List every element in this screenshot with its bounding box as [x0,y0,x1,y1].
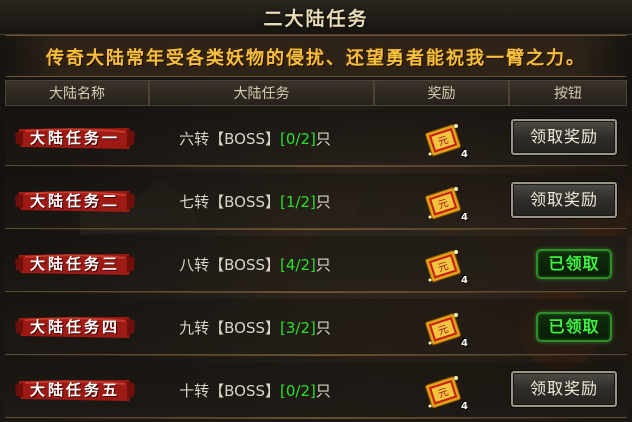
claimed-status-button[interactable]: 已领取 [536,312,612,342]
task-progress: [3/2] [280,319,316,337]
task-description: 六转【BOSS】[0/2]只 [135,128,375,149]
reward-scroll-icon: 元 [425,376,462,409]
claim-reward-button[interactable]: 领取奖励 [511,119,617,155]
reward-scroll-icon: 元 [425,187,462,220]
reward-count: 4 [461,149,468,160]
task-row: 大陆任务五 十转【BOSS】[0/2]只 元 4 领取奖励 [5,362,627,419]
task-unit: 只 [315,193,331,211]
task-progress: [1/2] [280,193,316,211]
task-name-ribbon: 大陆任务二 [15,186,135,216]
claimed-status-button[interactable]: 已领取 [536,249,612,279]
task-row: 大陆任务二 七转【BOSS】[1/2]只 元 4 领取奖励 [5,173,627,230]
reward-scroll-icon: 元 [425,124,462,157]
task-name: 大陆任务二 [29,192,120,210]
task-progress: [0/2] [280,382,316,400]
task-target: 六转【BOSS】 [179,130,280,148]
reward-count: 4 [461,338,468,349]
window-title: 二大陆任务 [263,8,369,30]
reward-scroll-icon: 元 [425,313,462,346]
task-unit: 只 [315,382,331,400]
reward-count: 4 [461,275,468,286]
column-header-name: 大陆名称 [5,80,149,106]
task-target: 十转【BOSS】 [179,382,280,400]
scroll-reward-icon[interactable]: 元 4 [422,307,468,351]
story-banner: 传奇大陆常年受各类妖物的侵扰、还望勇者能祝我一臂之力。 [6,35,626,77]
scroll-reward-icon[interactable]: 元 4 [422,244,468,288]
task-unit: 只 [315,130,331,148]
column-header-button: 按钮 [509,80,627,106]
task-target: 七转【BOSS】 [179,193,280,211]
task-name: 大陆任务一 [29,129,120,147]
reward-count: 4 [461,212,468,223]
column-header-task: 大陆任务 [149,80,374,106]
task-target: 八转【BOSS】 [179,256,280,274]
claim-reward-button[interactable]: 领取奖励 [511,371,617,407]
task-target: 九转【BOSS】 [179,319,280,337]
task-description: 八转【BOSS】[4/2]只 [135,254,375,275]
task-row: 大陆任务四 九转【BOSS】[3/2]只 元 4 已领取 [5,299,627,356]
task-name-ribbon: 大陆任务三 [15,249,135,279]
task-row: 大陆任务三 八转【BOSS】[4/2]只 元 4 已领取 [5,236,627,293]
scroll-reward-icon[interactable]: 元 4 [422,370,468,414]
banner-text: 传奇大陆常年受各类妖物的侵扰、还望勇者能祝我一臂之力。 [46,48,586,69]
table-header: 大陆名称 大陆任务 奖励 按钮 [5,80,627,106]
scroll-reward-icon[interactable]: 元 4 [422,181,468,225]
reward-scroll-icon: 元 [425,250,462,283]
task-name-ribbon: 大陆任务四 [15,312,135,342]
task-name-ribbon: 大陆任务一 [15,123,135,153]
claim-reward-button[interactable]: 领取奖励 [511,182,617,218]
task-name-ribbon: 大陆任务五 [15,375,135,405]
reward-count: 4 [461,401,468,412]
task-unit: 只 [315,256,331,274]
task-name: 大陆任务三 [29,255,120,273]
task-description: 九转【BOSS】[3/2]只 [135,317,375,338]
title-bar: 二大陆任务 [0,0,632,35]
column-header-reward: 奖励 [374,80,509,106]
task-name: 大陆任务四 [29,318,120,336]
task-description: 十转【BOSS】[0/2]只 [135,380,375,401]
task-description: 七转【BOSS】[1/2]只 [135,191,375,212]
task-row: 大陆任务一 六转【BOSS】[0/2]只 元 4 领取奖励 [5,110,627,167]
scroll-reward-icon[interactable]: 元 4 [422,118,468,162]
task-progress: [0/2] [280,130,316,148]
task-name: 大陆任务五 [29,381,120,399]
task-unit: 只 [315,319,331,337]
task-panel: 二大陆任务 传奇大陆常年受各类妖物的侵扰、还望勇者能祝我一臂之力。 大陆名称 大… [0,0,632,422]
task-progress: [4/2] [280,256,316,274]
